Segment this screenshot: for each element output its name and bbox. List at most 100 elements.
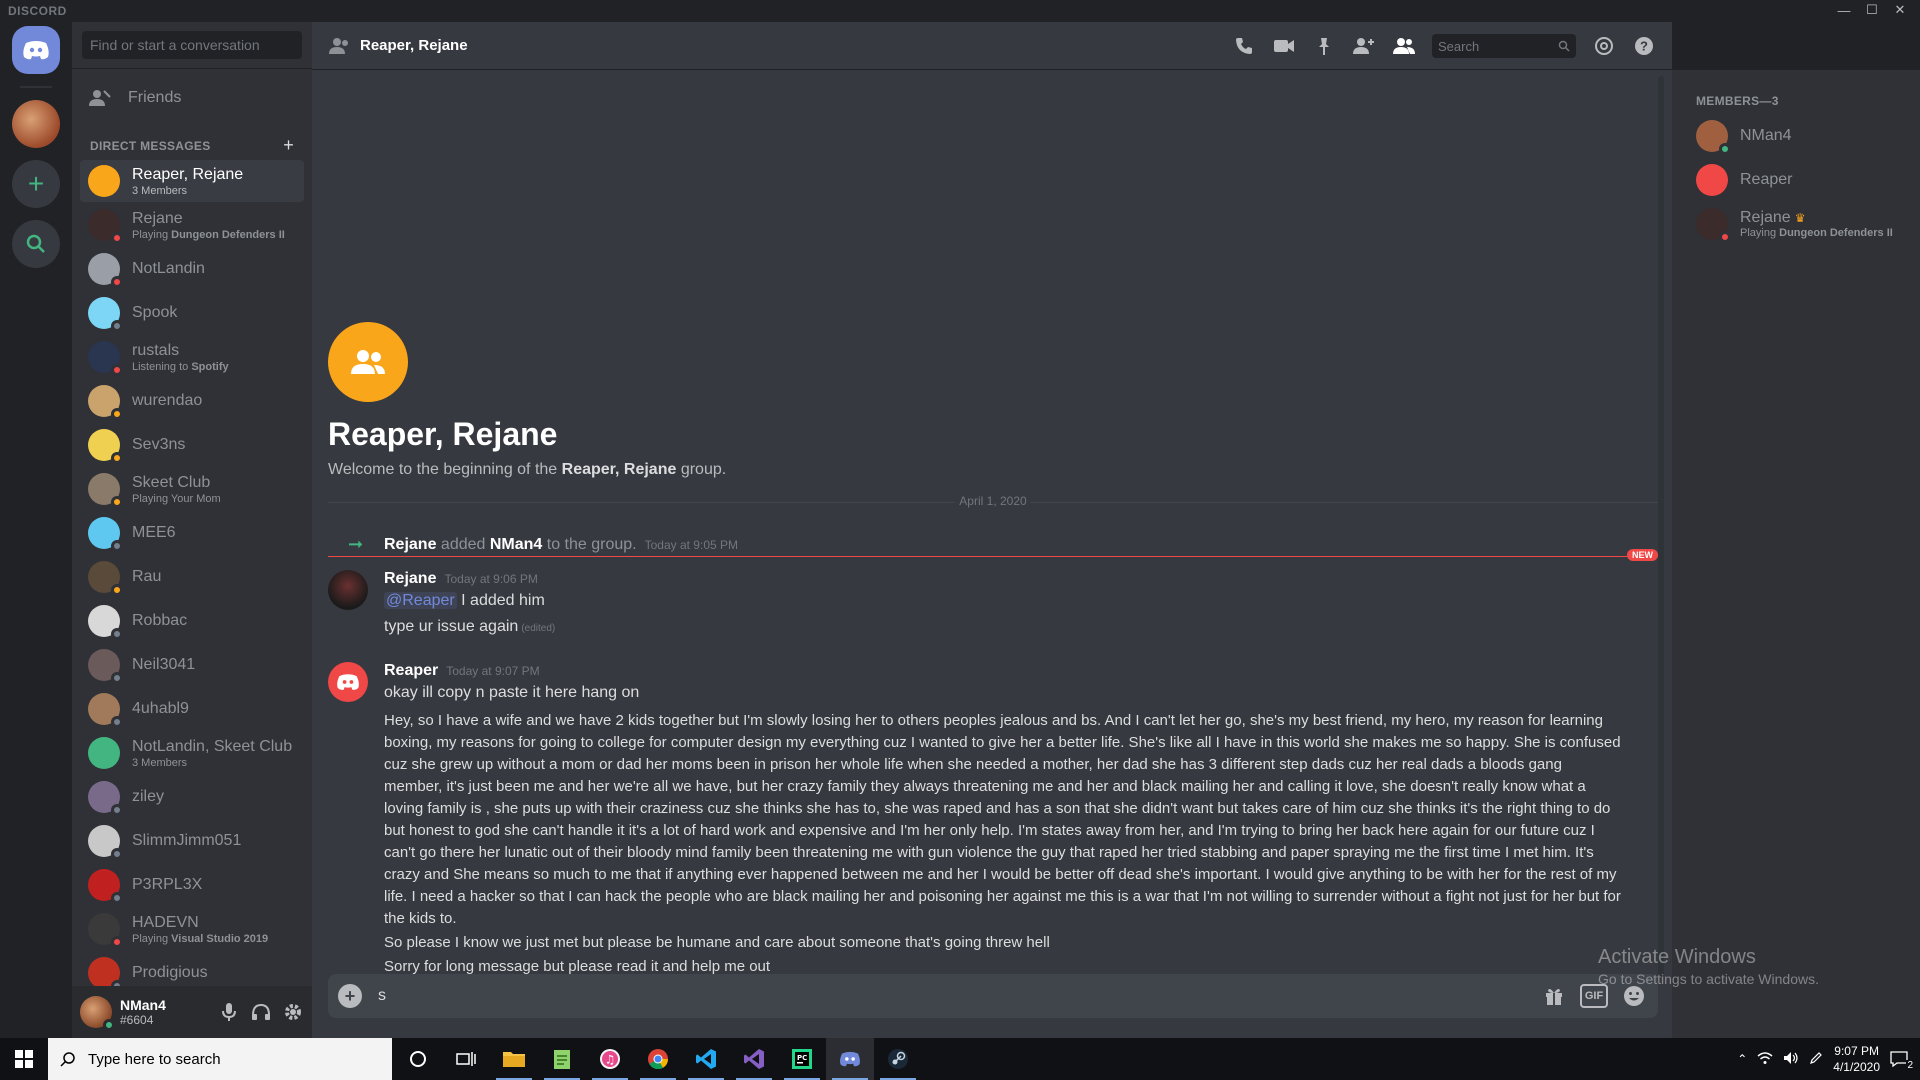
itunes-button[interactable]: ♫ xyxy=(586,1038,634,1080)
start-button[interactable] xyxy=(0,1038,48,1080)
dm-item[interactable]: NotLandin xyxy=(80,248,304,290)
message-avatar[interactable] xyxy=(328,662,368,702)
chrome-button[interactable] xyxy=(634,1038,682,1080)
chat-scrollbar[interactable] xyxy=(1658,76,1664,976)
dm-item[interactable]: Rejane Playing Dungeon Defenders II xyxy=(80,204,304,246)
vscode-button[interactable] xyxy=(682,1038,730,1080)
close-button[interactable]: ✕ xyxy=(1886,0,1914,20)
dm-item[interactable]: Reaper, Rejane 3 Members xyxy=(80,160,304,202)
video-call-button[interactable] xyxy=(1272,34,1296,58)
help-button[interactable]: ? xyxy=(1632,34,1656,58)
dm-item[interactable]: Robbac xyxy=(80,600,304,642)
dm-item[interactable]: HADEVN Playing Visual Studio 2019 xyxy=(80,908,304,950)
edited-label: (edited) xyxy=(521,623,556,634)
user-settings-button[interactable] xyxy=(282,1001,304,1023)
dm-item[interactable]: NotLandin, Skeet Club 3 Members xyxy=(80,732,304,774)
dm-item[interactable]: Skeet Club Playing Your Mom xyxy=(80,468,304,510)
dm-item[interactable]: 4uhabl9 xyxy=(80,688,304,730)
dm-item[interactable]: wurendao xyxy=(80,380,304,422)
dm-text: NotLandin xyxy=(132,260,205,278)
dm-item[interactable]: MEE6 xyxy=(80,512,304,554)
action-center-button[interactable]: 2 xyxy=(1890,1051,1914,1071)
dm-item[interactable]: rustals Listening to Spotify xyxy=(80,336,304,378)
member-item[interactable]: Rejane ♛ Playing Dungeon Defenders II xyxy=(1672,202,1920,246)
message-author[interactable]: Reaper xyxy=(384,662,438,680)
explore-servers-button[interactable] xyxy=(12,220,60,268)
message-input[interactable]: s xyxy=(378,987,386,1005)
dm-item[interactable]: Sev3ns xyxy=(80,424,304,466)
cortana-button[interactable] xyxy=(394,1038,442,1080)
deafen-button[interactable] xyxy=(250,1001,272,1023)
search-input[interactable]: Search xyxy=(1432,34,1576,58)
gift-button[interactable] xyxy=(1540,984,1568,1008)
steam-button[interactable] xyxy=(874,1038,922,1080)
taskbar-search[interactable]: Type here to search xyxy=(48,1038,392,1080)
message-composer[interactable]: + s GIF xyxy=(328,974,1658,1018)
create-dm-button[interactable]: + xyxy=(283,135,294,156)
dm-item[interactable]: Rau xyxy=(80,556,304,598)
message-text: I added him xyxy=(456,592,545,609)
svg-text:♫: ♫ xyxy=(605,1053,616,1067)
dm-item[interactable]: ziley xyxy=(80,776,304,818)
notification-count: 2 xyxy=(1906,1060,1914,1071)
member-activity: Playing Dungeon Defenders II xyxy=(1740,227,1893,239)
voice-call-button[interactable] xyxy=(1232,34,1256,58)
find-conversation-input[interactable]: Find or start a conversation xyxy=(82,31,302,59)
dm-text: SlimmJimm051 xyxy=(132,832,241,850)
system-actor[interactable]: Rejane xyxy=(384,536,436,554)
status-indicator-icon xyxy=(111,408,123,420)
visual-studio-button[interactable] xyxy=(730,1038,778,1080)
user-mention[interactable]: @Reaper xyxy=(384,592,457,609)
home-button[interactable] xyxy=(12,26,60,74)
pinned-messages-button[interactable] xyxy=(1312,34,1336,58)
maximize-button[interactable]: ☐ xyxy=(1858,0,1886,20)
status-indicator-icon xyxy=(111,716,123,728)
server-icon[interactable] xyxy=(12,100,60,148)
dm-item[interactable]: Neil3041 xyxy=(80,644,304,686)
member-item[interactable]: NMan4 xyxy=(1672,114,1920,158)
members-header: MEMBERS—3 xyxy=(1696,94,1779,108)
minimize-button[interactable]: — xyxy=(1830,0,1858,20)
activity-name: Visual Studio 2019 xyxy=(171,932,269,945)
upload-button[interactable]: + xyxy=(338,984,362,1008)
members-icon xyxy=(1393,38,1415,54)
user-avatar[interactable] xyxy=(80,996,115,1031)
notepad-button[interactable] xyxy=(538,1038,586,1080)
show-hidden-icons-button[interactable]: ⌃ xyxy=(1737,1052,1747,1066)
mentions-button[interactable] xyxy=(1592,34,1616,58)
message-timestamp: Today at 9:06 PM xyxy=(444,572,538,586)
taskbar-search-placeholder: Type here to search xyxy=(88,1050,221,1068)
system-verb: added xyxy=(436,535,490,553)
pen-icon[interactable] xyxy=(1809,1051,1823,1068)
add-server-button[interactable]: + xyxy=(12,160,60,208)
member-list-toggle[interactable] xyxy=(1392,34,1416,58)
clock[interactable]: 9:07 PM 4/1/2020 xyxy=(1833,1043,1880,1075)
emoji-button[interactable] xyxy=(1620,984,1648,1008)
discord-logo-icon xyxy=(840,1051,860,1067)
dm-item[interactable]: SlimmJimm051 xyxy=(80,820,304,862)
discord-taskbar-button[interactable] xyxy=(826,1038,874,1080)
task-view-button[interactable] xyxy=(442,1038,490,1080)
dm-name: Neil3041 xyxy=(132,656,196,673)
system-target[interactable]: NMan4 xyxy=(490,536,542,554)
message-avatar[interactable] xyxy=(328,570,368,610)
gif-button[interactable]: GIF xyxy=(1580,984,1608,1008)
dm-item[interactable]: Spook xyxy=(80,292,304,334)
dm-name: HADEVN xyxy=(132,913,199,931)
dm-avatar xyxy=(88,165,120,197)
mute-button[interactable] xyxy=(218,1001,240,1023)
member-item[interactable]: Reaper xyxy=(1672,158,1920,202)
member-avatar xyxy=(1696,208,1731,243)
volume-icon[interactable] xyxy=(1783,1051,1799,1068)
friends-link[interactable]: Friends xyxy=(80,77,304,119)
dm-item[interactable]: P3RPL3X xyxy=(80,864,304,906)
join-arrow-icon: ➞ xyxy=(348,534,364,554)
add-friends-to-dm-button[interactable] xyxy=(1352,34,1376,58)
file-explorer-button[interactable] xyxy=(490,1038,538,1080)
member-name: NMan4 xyxy=(1740,127,1792,144)
network-icon[interactable] xyxy=(1757,1051,1773,1068)
dm-text: NotLandin, Skeet Club 3 Members xyxy=(132,738,292,769)
system-message: ➞ Rejane added NMan4 to the group. Today… xyxy=(328,534,738,555)
pycharm-button[interactable]: PC xyxy=(778,1038,826,1080)
message-author[interactable]: Rejane xyxy=(384,570,436,588)
